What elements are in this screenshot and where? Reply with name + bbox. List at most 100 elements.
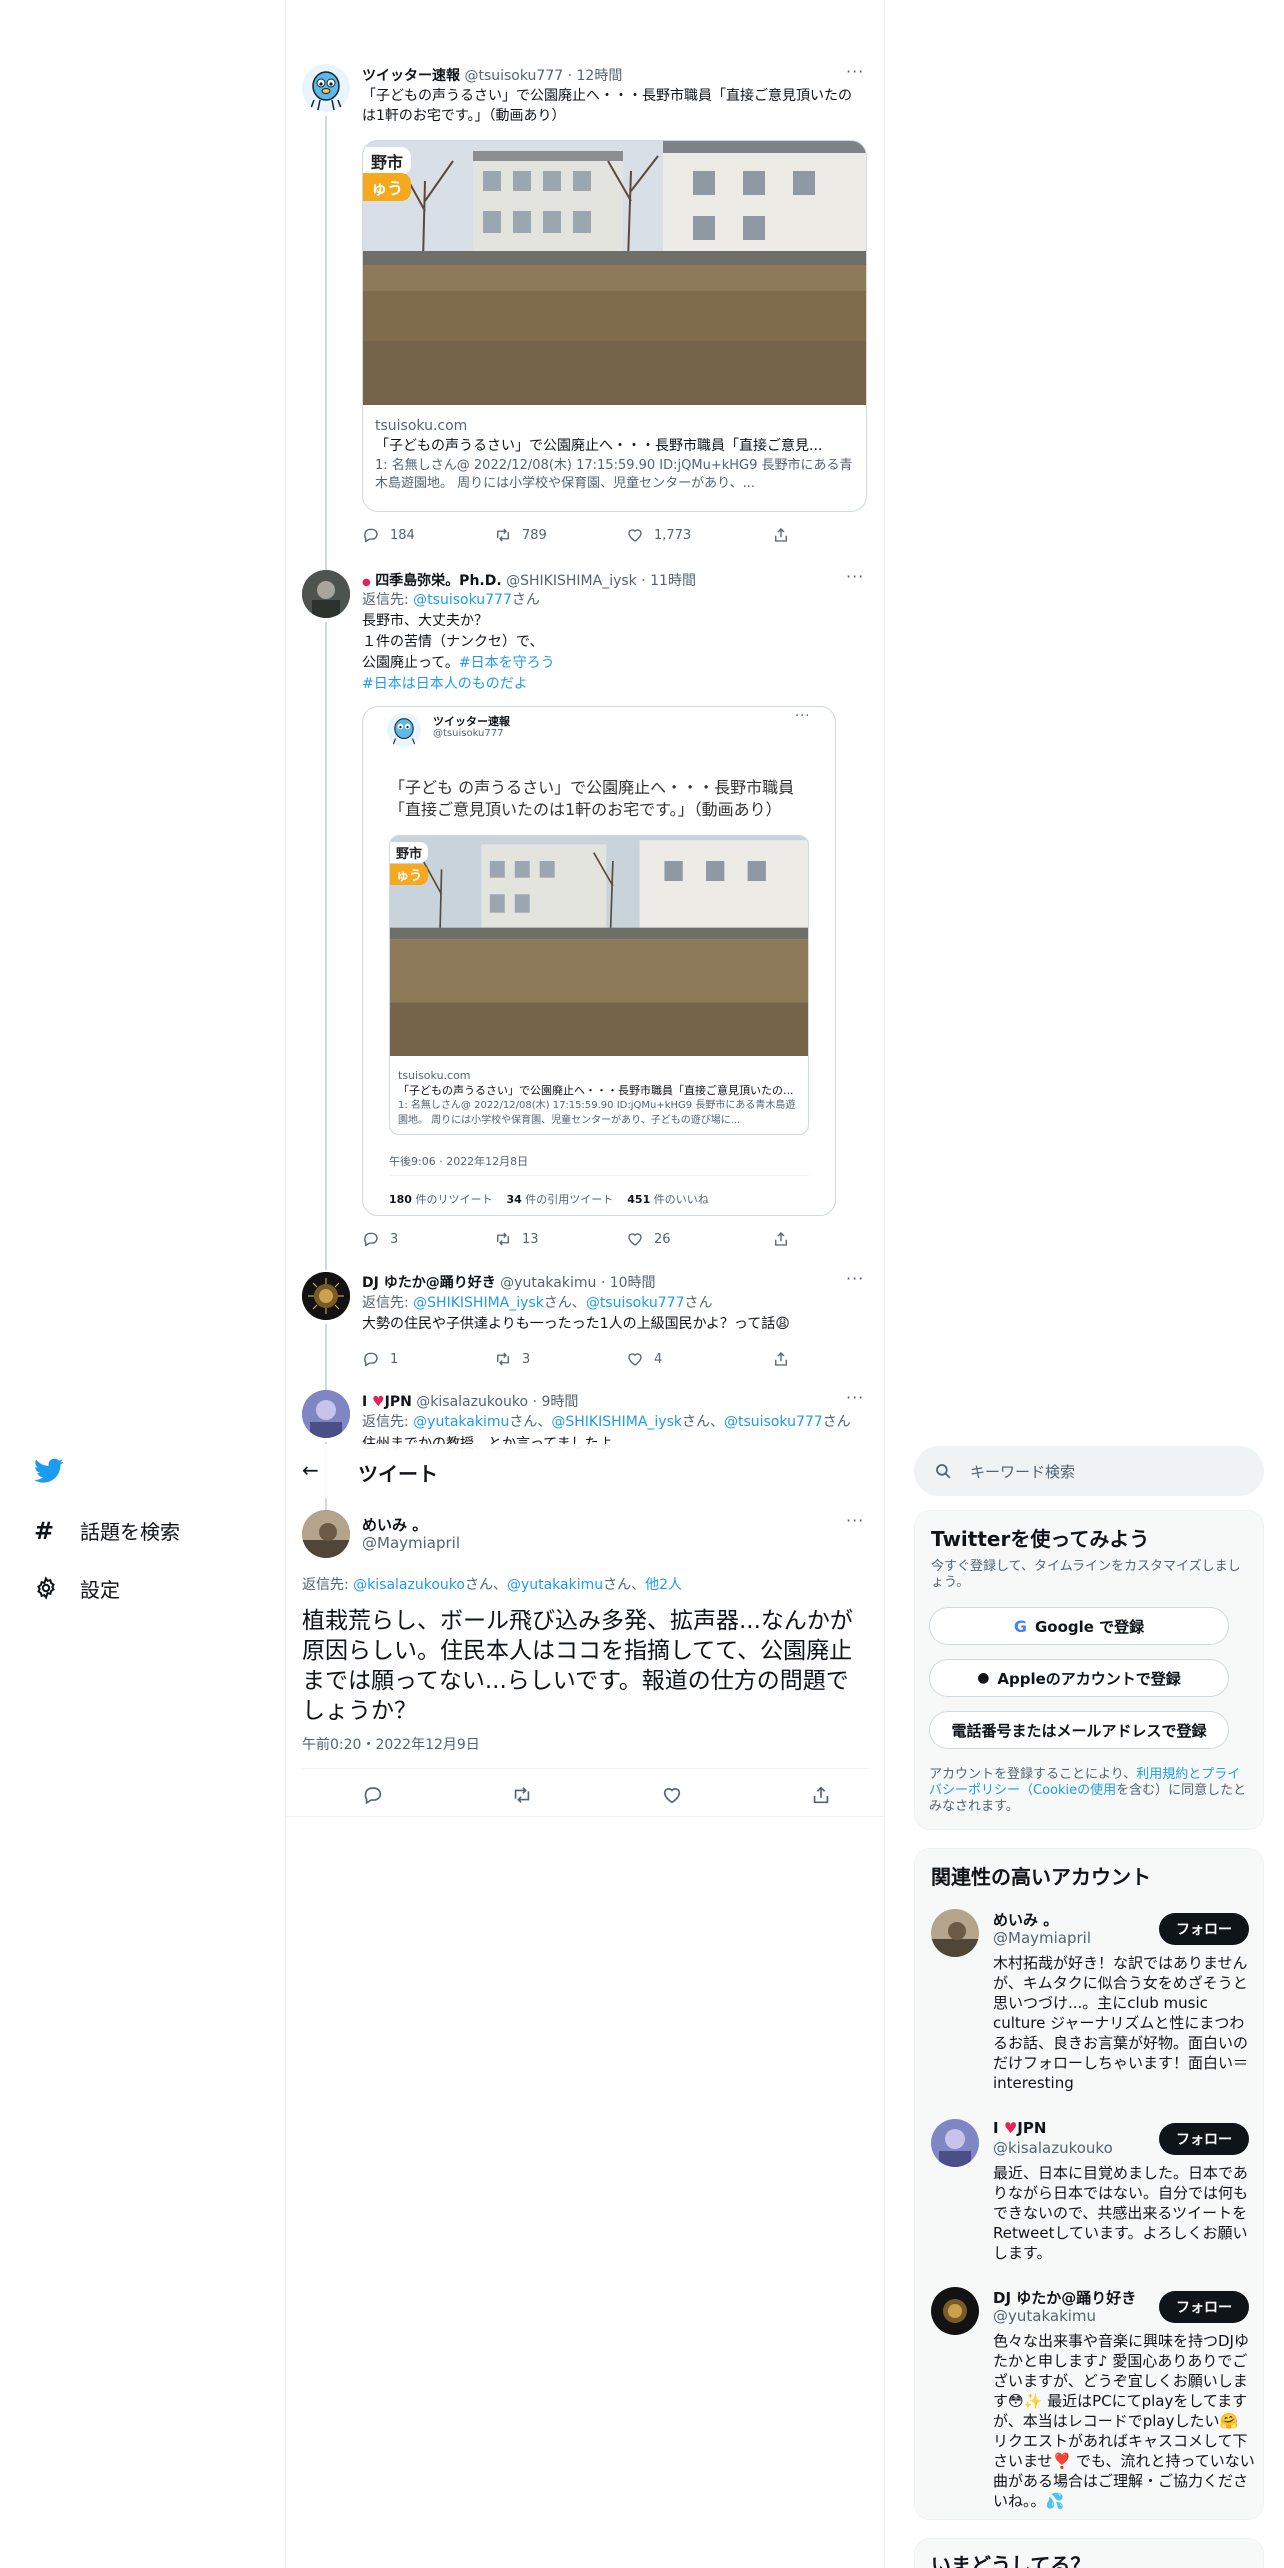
heart-emoji-icon: ♥: [372, 1394, 385, 1410]
like-count: 26: [654, 1231, 671, 1247]
account-handle[interactable]: @kisalazukouko: [993, 2139, 1113, 2157]
avatar[interactable]: [302, 1510, 350, 1558]
divider: [302, 1768, 868, 1769]
mention-link[interactable]: @tsuisoku777: [724, 1414, 823, 1430]
reply-icon: [364, 528, 378, 543]
others-link[interactable]: 他2人: [645, 1577, 682, 1593]
account-handle[interactable]: @Maymiapril: [993, 1929, 1091, 1947]
account-name[interactable]: I ♥JPN: [993, 2119, 1046, 2137]
like-button[interactable]: 26: [626, 1230, 772, 1248]
handle[interactable]: @tsuisoku777: [464, 68, 563, 84]
retweet-button[interactable]: [511, 1784, 533, 1806]
mention-link[interactable]: @kisalazukouko: [353, 1577, 465, 1593]
timestamp[interactable]: 9時間: [541, 1394, 578, 1410]
twitter-logo-icon[interactable]: [34, 1458, 64, 1488]
thread-connector: [325, 622, 327, 1270]
avatar[interactable]: [302, 1272, 350, 1320]
avatar[interactable]: [302, 570, 350, 618]
search-bar[interactable]: キーワード検索: [914, 1446, 1264, 1496]
mention-link[interactable]: @tsuisoku777: [413, 592, 512, 608]
search-input[interactable]: キーワード検索: [970, 1461, 1075, 1482]
apple-signup-button[interactable]: ● Appleのアカウントで登録: [929, 1659, 1229, 1697]
google-icon: G: [1013, 1616, 1027, 1636]
follow-button[interactable]: フォロー: [1159, 2291, 1249, 2323]
like-button[interactable]: [661, 1784, 683, 1806]
nav-settings[interactable]: 設定: [34, 1574, 120, 1603]
handle[interactable]: @yutakakimu: [500, 1275, 596, 1291]
apple-icon: ●: [977, 1670, 990, 1686]
retweet-count: 13: [522, 1231, 539, 1247]
related-accounts-panel: 関連性の高いアカウント めいみ 。 @Maymiapril フォロー 木村拓哉が…: [914, 1848, 1264, 2520]
reply-button[interactable]: [362, 1784, 384, 1806]
more-icon[interactable]: ···: [846, 62, 864, 81]
account-name[interactable]: DJ ゆたか@踊り好き: [993, 2287, 1136, 2308]
handle[interactable]: @SHIKISHIMA_iysk: [506, 573, 637, 589]
display-name[interactable]: 四季島弥栄。Ph.D.: [375, 573, 502, 589]
handle: @tsuisoku777: [433, 728, 504, 739]
mention-link[interactable]: @yutakakimu: [413, 1414, 509, 1430]
tweet-timestamp[interactable]: 午前0:20・2022年12月9日: [302, 1734, 480, 1754]
mention-link[interactable]: @SHIKISHIMA_iysk: [551, 1414, 682, 1430]
more-icon[interactable]: ···: [846, 1269, 864, 1288]
share-button[interactable]: [810, 1784, 832, 1806]
google-signup-button[interactable]: G Google で登録: [929, 1607, 1229, 1645]
tweet-text: 大勢の住民や子供達よりも一ったった1人の上級国民かよ？って話😩: [362, 1316, 790, 1332]
like-button[interactable]: 4: [626, 1350, 772, 1368]
like-button[interactable]: 1,773: [626, 526, 772, 544]
phone-email-signup-button[interactable]: 電話番号またはメールアドレスで登録: [929, 1711, 1229, 1749]
follow-button[interactable]: フォロー: [1159, 1913, 1249, 1945]
nav-explore[interactable]: # 話題を検索: [34, 1516, 180, 1545]
share-icon: [775, 1352, 787, 1366]
quoted-link-card: 野市 ゅう tsuisoku.com 「子どもの声うるさい」で公園廃止へ・・・長…: [389, 835, 809, 1135]
quoted-tweet[interactable]: ツイッター速報 @tsuisoku777 ··· 「子ども の声うるさい」で公園…: [362, 706, 836, 1216]
timestamp[interactable]: 11時間: [650, 573, 696, 589]
related-title: 関連性の高いアカウント: [931, 1865, 1151, 1889]
avatar[interactable]: [931, 2287, 979, 2335]
reply-button[interactable]: 3: [362, 1230, 494, 1248]
mention-link[interactable]: @tsuisoku777: [586, 1295, 685, 1311]
reply-button[interactable]: 184: [362, 526, 494, 544]
card-image: 野市 ゅう: [363, 141, 866, 405]
mention-link[interactable]: @SHIKISHIMA_iysk: [413, 1295, 544, 1311]
more-icon[interactable]: ···: [846, 1388, 864, 1407]
hashtag-link[interactable]: #日本を守ろう: [459, 655, 555, 671]
reply-icon: [364, 1352, 378, 1367]
avatar[interactable]: [302, 64, 350, 112]
share-button[interactable]: [772, 526, 790, 544]
mention-link[interactable]: @yutakakimu: [507, 1577, 603, 1593]
handle[interactable]: @Maymiapril: [362, 1534, 460, 1552]
account-name[interactable]: めいみ 。: [993, 1909, 1058, 1930]
retweet-button[interactable]: 789: [494, 526, 626, 544]
avatar[interactable]: [302, 1390, 350, 1438]
avatar[interactable]: [931, 1909, 979, 1957]
retweet-icon: [497, 1232, 509, 1246]
retweet-button[interactable]: 13: [494, 1230, 626, 1248]
page-title: ツイート: [358, 1462, 438, 1486]
reply-button[interactable]: 1: [362, 1350, 494, 1368]
timestamp[interactable]: 10時間: [610, 1275, 656, 1291]
image-overlay-text: ゅう: [390, 864, 429, 885]
timestamp[interactable]: 12時間: [577, 68, 623, 84]
account-handle[interactable]: @yutakakimu: [993, 2307, 1096, 2325]
link-card[interactable]: 野市 ゅう tsuisoku.com 「子どもの声うるさい」で公園廃止へ・・・長…: [362, 140, 867, 512]
more-icon[interactable]: ···: [846, 567, 864, 586]
share-button[interactable]: [772, 1350, 790, 1368]
heart-emoji-icon: ♥: [1003, 2119, 1018, 2137]
like-count: 1,773: [654, 527, 692, 543]
display-name[interactable]: ツイッター速報: [362, 68, 460, 84]
retweet-button[interactable]: 3: [494, 1350, 626, 1368]
more-icon[interactable]: ···: [846, 1511, 864, 1530]
image-overlay-text: 野市: [390, 842, 429, 863]
avatar[interactable]: [931, 2119, 979, 2167]
image-overlay-text: 野市: [363, 147, 412, 175]
terms-text: アカウントを登録することにより、利用規約とプライバシーポリシー（Cookieの使…: [929, 1767, 1247, 1814]
back-arrow-icon[interactable]: ←: [302, 1458, 319, 1482]
follow-button[interactable]: フォロー: [1159, 2123, 1249, 2155]
display-name[interactable]: I ♥JPN: [362, 1394, 412, 1410]
display-name[interactable]: めいみ 。: [362, 1514, 427, 1535]
thread-connector: [325, 116, 327, 572]
handle[interactable]: @kisalazukouko: [416, 1394, 528, 1410]
share-button[interactable]: [772, 1230, 790, 1248]
hashtag-link[interactable]: #日本は日本人のものだよ: [362, 674, 862, 695]
display-name[interactable]: DJ ゆたか@踊り好き: [362, 1275, 496, 1291]
